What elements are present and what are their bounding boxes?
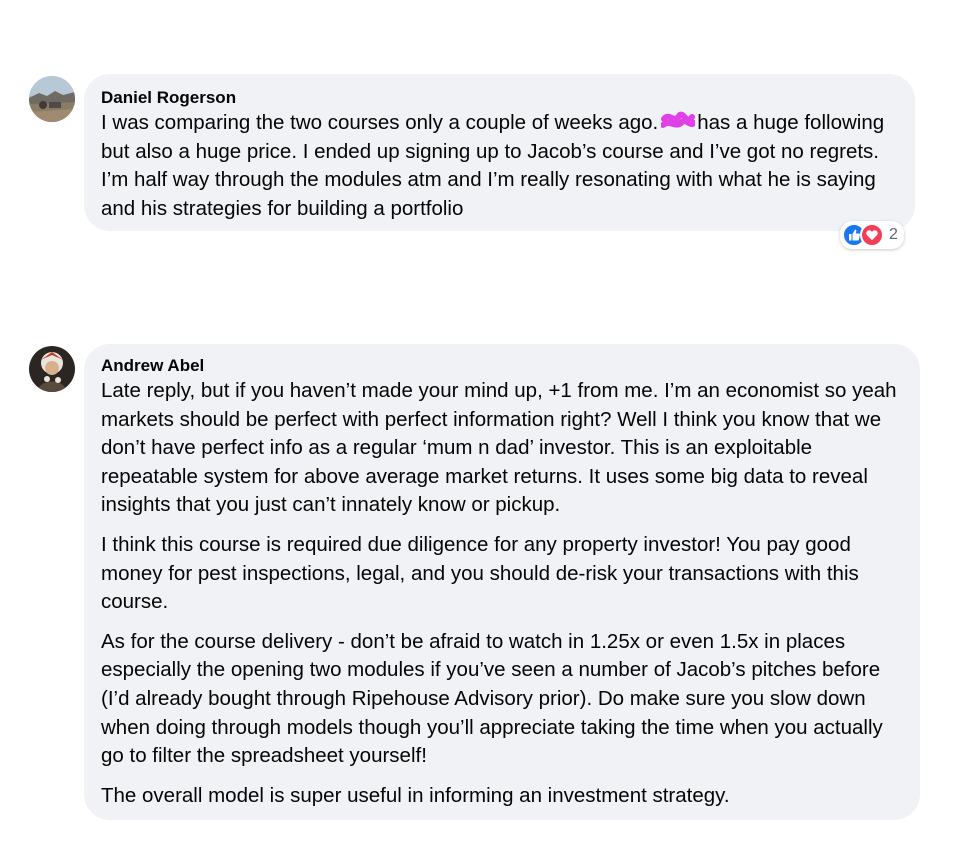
- comment-paragraph: Late reply, but if you haven’t made your…: [101, 379, 897, 517]
- comment-bubble: Daniel Rogerson I was comparing the two …: [84, 74, 915, 231]
- comment-text-part: I was comparing the two courses only a c…: [101, 111, 659, 134]
- reaction-count: 2: [889, 226, 898, 243]
- avatar-photo-icon: [29, 346, 75, 392]
- love-icon: [860, 223, 884, 247]
- redaction-scribble-icon: [660, 111, 698, 128]
- comment-paragraph: As for the course delivery - don’t be af…: [101, 629, 883, 768]
- comment-paragraph: The overall model is super useful in inf…: [101, 783, 730, 807]
- redacted-name: [660, 110, 698, 132]
- avatar[interactable]: [29, 346, 75, 392]
- reactions-summary[interactable]: 2: [840, 221, 904, 249]
- avatar[interactable]: [29, 76, 75, 122]
- comment-text: I was comparing the two courses only a c…: [101, 109, 897, 223]
- comment-author[interactable]: Andrew Abel: [101, 356, 898, 376]
- comment-paragraph: I think this course is required due dili…: [101, 532, 859, 614]
- avatar-photo-icon: [29, 76, 75, 122]
- comment-author[interactable]: Daniel Rogerson: [101, 88, 897, 108]
- comment-bubble: Andrew Abel Late reply, but if you haven…: [84, 344, 920, 820]
